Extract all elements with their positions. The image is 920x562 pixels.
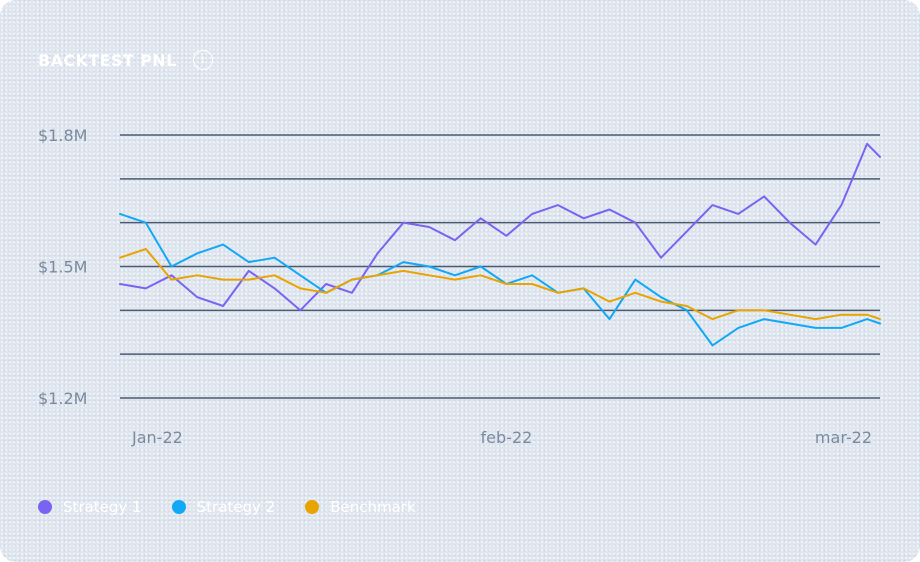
legend-label: Benchmark [330, 498, 416, 516]
chart-legend: Strategy 1 Strategy 2 Benchmark [38, 498, 416, 516]
y-tick-label: $1.8M [38, 126, 87, 145]
legend-label: Strategy 2 [196, 498, 276, 516]
x-tick-label: feb-22 [481, 428, 533, 447]
legend-item-strategy-1[interactable]: Strategy 1 [38, 498, 142, 516]
legend-label: Strategy 1 [63, 498, 142, 516]
legend-dot-icon [38, 500, 52, 514]
chart-card: BACKTEST PNL i $1.8M $1.5M $1.2M Jan-22 feb-… [0, 0, 920, 562]
x-tick-label: Jan-22 [131, 428, 183, 447]
y-tick-label: $1.5M [38, 258, 87, 277]
x-tick-label: mar-22 [815, 428, 872, 447]
line-chart: $1.8M $1.5M $1.2M Jan-22 feb-22 mar-22 [38, 126, 881, 447]
series-line-strategy-1 [119, 142, 881, 312]
legend-dot-icon [171, 500, 186, 514]
legend-dot-icon [305, 500, 320, 514]
series-line-benchmark [119, 248, 881, 321]
legend-item-strategy-2[interactable]: Strategy 2 [171, 498, 276, 516]
legend-item-benchmark[interactable]: Benchmark [305, 498, 416, 516]
y-tick-label: $1.2M [38, 389, 87, 408]
